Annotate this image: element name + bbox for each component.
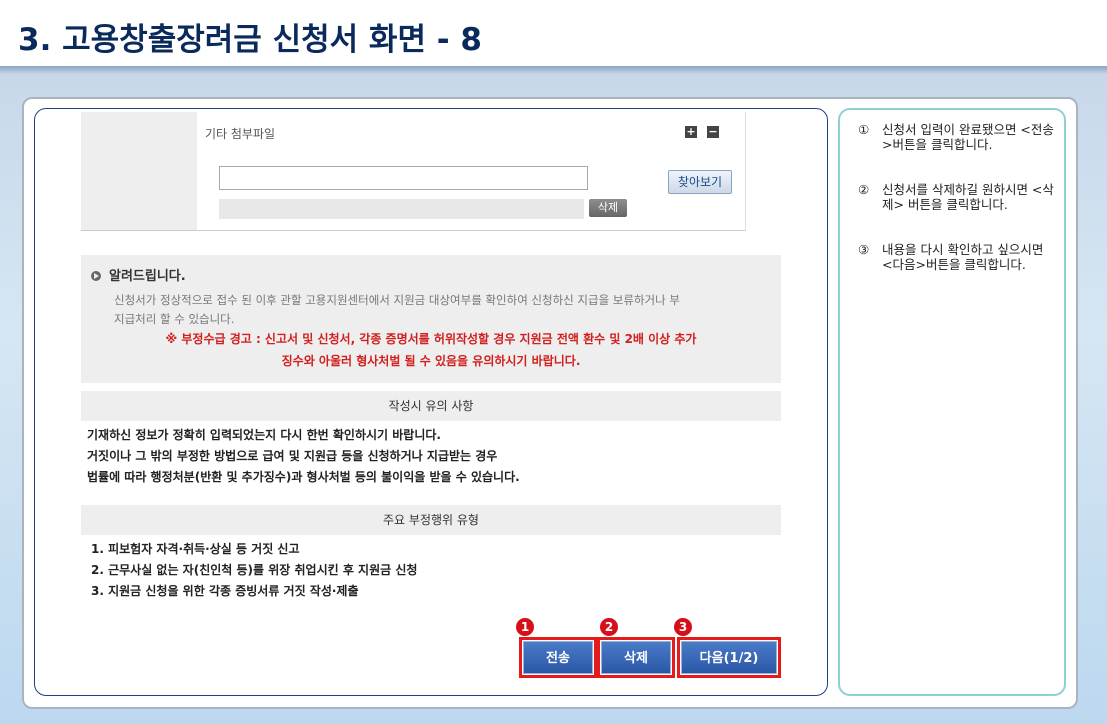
instructions-panel: ① 신청서 입력이 완료됐으면 <전송>버튼을 클릭합니다. ② 신청서를 삭제… (838, 108, 1066, 696)
attachment-label-cell (81, 112, 197, 231)
send-button[interactable]: 전송 (519, 637, 597, 678)
fraud-type-item: 2. 근무사실 없는 자(친인척 등)를 위장 취업시킨 후 지원금 신청 (91, 563, 418, 577)
step-badge-3: 3 (674, 618, 692, 636)
instruction-number: ② (858, 182, 870, 197)
notice-heading-text: 알려드립니다. (109, 269, 186, 284)
instruction-number: ① (858, 122, 870, 137)
title-bar: 3. 고용창출장려금 신청서 화면 - 8 (0, 0, 1107, 66)
form-panel: 기타 첨부파일 + − 찾아보기 삭제 알려드립니다. 신청서가 정상적으로 접… (34, 108, 828, 696)
notice-heading: 알려드립니다. (91, 265, 186, 284)
notes-heading: 작성시 유의 사항 (81, 391, 781, 421)
notice-body: 신청서가 정상적으로 접수 된 이후 관할 고용지원센터에서 지원금 대상여부를… (114, 291, 764, 329)
notice-body-line: 신청서가 정상적으로 접수 된 이후 관할 고용지원센터에서 지원금 대상여부를… (114, 293, 680, 307)
notice-body-line: 지급처리 할 수 있습니다. (114, 312, 235, 326)
file-input[interactable] (219, 166, 588, 190)
fraud-warning-line: 징수와 아울러 형사처벌 될 수 있음을 유의하시기 바랍니다. (281, 354, 581, 368)
file-path-field (219, 199, 584, 219)
fraud-types-list: 1. 피보험자 자격·취득·상실 등 거짓 신고 2. 근무사실 없는 자(친인… (91, 539, 417, 602)
delete-button[interactable]: 삭제 (597, 637, 675, 678)
fraud-type-item: 1. 피보험자 자격·취득·상실 등 거짓 신고 (91, 542, 300, 556)
instruction-item-2: ② 신청서를 삭제하길 원하시면 <삭제> 버튼을 클릭합니다. (858, 182, 1054, 212)
instruction-text: 내용을 다시 확인하고 싶으시면 <다음>버튼을 클릭합니다. (882, 242, 1044, 272)
fraud-warning-line: ※ 부정수급 경고 : 신고서 및 신청서, 각종 증명서를 허위작성할 경우 … (165, 332, 697, 346)
notes-line: 법률에 따라 행정처분(반환 및 추가징수)과 형사처벌 등의 불이익을 받을 … (87, 470, 520, 484)
minus-icon[interactable]: − (707, 126, 719, 138)
instruction-number: ③ (858, 242, 870, 257)
bullet-arrow-icon (91, 271, 101, 281)
fraud-warning: ※ 부정수급 경고 : 신고서 및 신청서, 각종 증명서를 허위작성할 경우 … (101, 328, 761, 372)
page-title: 3. 고용창출장려금 신청서 화면 - 8 (18, 22, 482, 58)
next-button[interactable]: 다음(1/2) (677, 637, 781, 678)
attachment-title: 기타 첨부파일 (205, 127, 276, 141)
instruction-item-1: ① 신청서 입력이 완료됐으면 <전송>버튼을 클릭합니다. (858, 122, 1054, 152)
step-badge-2: 2 (600, 618, 618, 636)
plus-icon[interactable]: + (685, 126, 697, 138)
notes-line: 거짓이나 그 밖의 부정한 방법으로 급여 및 지원급 등을 신청하거나 지급받… (87, 449, 498, 463)
step-badge-1: 1 (516, 618, 534, 636)
notes-line: 기재하신 정보가 정확히 입력되었는지 다시 한번 확인하시기 바랍니다. (87, 428, 441, 442)
fraud-types-heading: 주요 부정행위 유형 (81, 505, 781, 535)
browse-button[interactable]: 찾아보기 (668, 170, 732, 194)
delete-file-button[interactable]: 삭제 (589, 199, 627, 217)
instruction-text: 신청서 입력이 완료됐으면 <전송>버튼을 클릭합니다. (882, 122, 1054, 152)
notes-text: 기재하신 정보가 정확히 입력되었는지 다시 한번 확인하시기 바랍니다. 거짓… (87, 425, 520, 488)
horizontal-scrollbar[interactable] (69, 695, 827, 696)
title-divider (0, 66, 1107, 74)
instruction-text: 신청서를 삭제하길 원하시면 <삭제> 버튼을 클릭합니다. (882, 182, 1054, 212)
attachment-section: 기타 첨부파일 + − 찾아보기 삭제 (81, 112, 746, 232)
fraud-type-item: 3. 지원금 신청을 위한 각종 증빙서류 거짓 작성·제출 (91, 584, 359, 598)
instruction-item-3: ③ 내용을 다시 확인하고 싶으시면 <다음>버튼을 클릭합니다. (858, 242, 1054, 272)
notice-box: 알려드립니다. 신청서가 정상적으로 접수 된 이후 관할 고용지원센터에서 지… (81, 255, 781, 383)
